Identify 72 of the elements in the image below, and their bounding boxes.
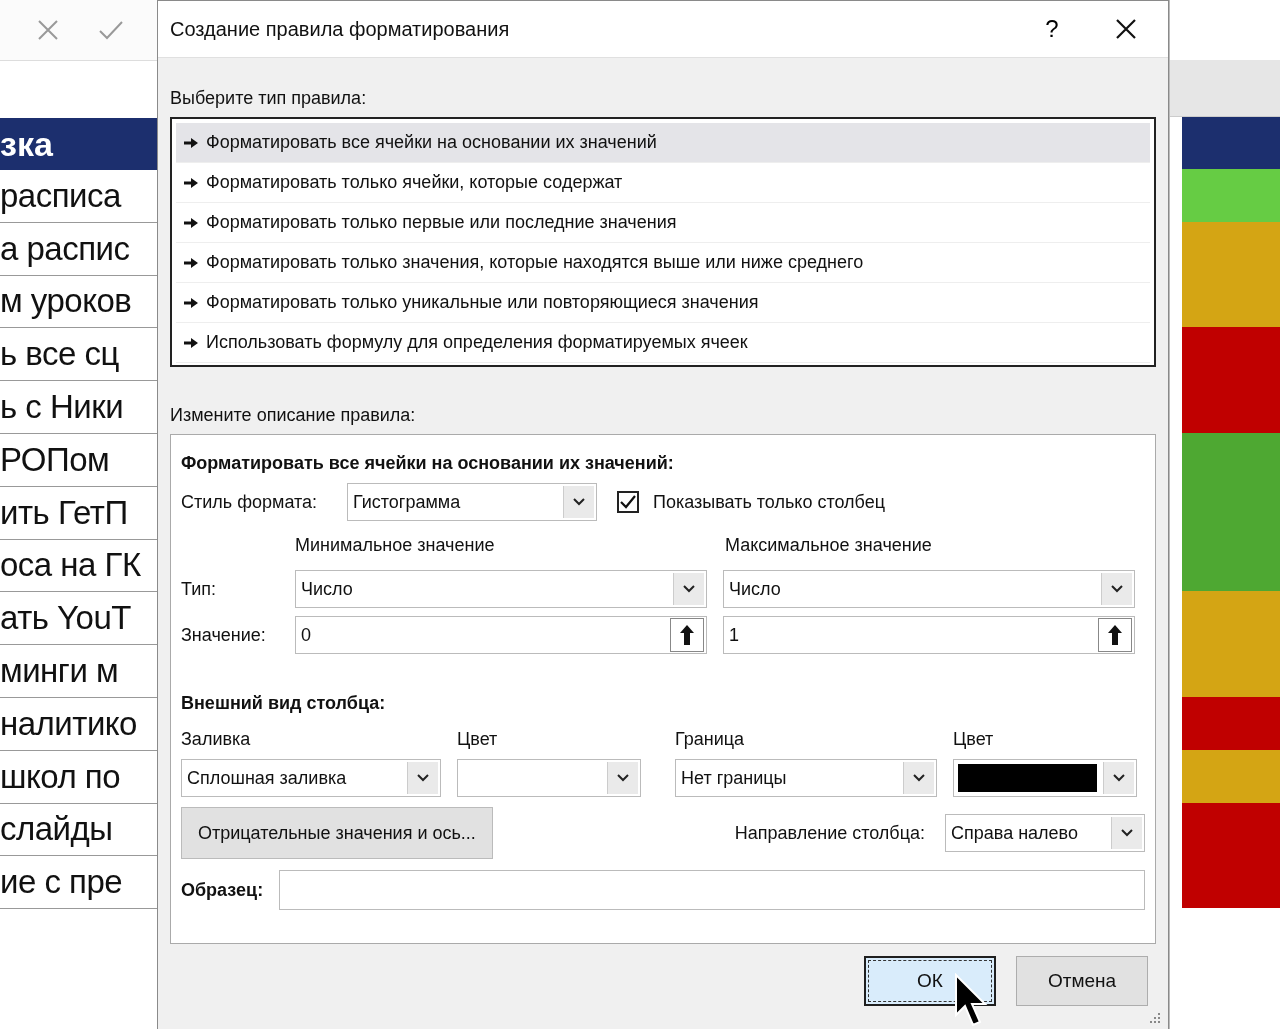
arrow-icon: [184, 297, 198, 308]
field-label: Заливка: [181, 728, 252, 750]
rule-type-label: Форматировать только первые или последние значения: [206, 212, 677, 233]
arrow-up-icon: [1106, 623, 1124, 647]
cell-text: слайды: [0, 810, 113, 849]
cell-text: минги м: [0, 652, 119, 691]
field-label: Образец:: [181, 879, 264, 901]
arrow-icon: [184, 337, 198, 348]
field-label: Цвет: [457, 728, 499, 750]
dropdown[interactable]: Число: [723, 570, 1135, 608]
dialog-title: Создание правила форматирования: [170, 17, 511, 41]
field-label: Тип:: [181, 578, 217, 600]
rule-type-label: Использовать формулу для определения форматируемых ячеек: [206, 332, 748, 353]
cell-text: оса на ГК: [0, 546, 141, 585]
cell-text: ь все сц: [0, 335, 119, 374]
field-label: Граница: [675, 728, 746, 750]
cell-text: ить ГетП: [0, 493, 128, 532]
negative-values-button[interactable]: Отрицательные значения и ось...: [181, 807, 493, 859]
arrow-icon: [184, 137, 198, 148]
description-heading: Форматировать все ячейки на основании их значений:: [181, 452, 674, 474]
dropdown[interactable]: Число: [295, 570, 707, 608]
cell-text: ь с Ники: [0, 388, 124, 427]
rule-type-item[interactable]: Форматировать только значения, которые находятся выше или ниже среднего: [176, 243, 1150, 283]
field-label: Значение:: [181, 624, 267, 646]
rule-type-label: Форматировать только уникальные или повторяющиеся значения: [206, 292, 759, 313]
cell-text: а распис: [0, 229, 130, 268]
close-icon: [1115, 18, 1137, 40]
value-field[interactable]: 1: [723, 616, 1135, 654]
dropdown[interactable]: [953, 759, 1137, 797]
rule-type-item[interactable]: Форматировать только ячейки, которые содержат: [176, 163, 1150, 203]
arrow-icon: [184, 217, 198, 228]
checkmark-icon: [620, 495, 636, 509]
column-heading: Минимальное значение: [295, 534, 496, 556]
dropdown[interactable]: Гистограмма: [347, 483, 597, 521]
cell-text: ие с пре: [0, 863, 123, 902]
checkbox[interactable]: [617, 491, 639, 513]
rule-type-item[interactable]: Форматировать все ячейки на основании их значений: [176, 123, 1150, 163]
field-label: Стиль формата:: [181, 491, 319, 513]
section-heading: Внешний вид столбца:: [181, 692, 386, 714]
dialog-button[interactable]: Отмена: [1016, 956, 1148, 1006]
field-label: Цвет: [953, 728, 994, 750]
resize-grip-icon[interactable]: [1148, 1011, 1162, 1025]
value-field[interactable]: 0: [295, 616, 707, 654]
column-heading: Максимальное значение: [725, 534, 932, 556]
section-label: Измените описание правила:: [170, 405, 417, 426]
arrow-up-icon: [678, 623, 696, 647]
dropdown[interactable]: Справа налево: [945, 814, 1145, 852]
cell-text: расписа: [0, 176, 121, 215]
cell-text: РОПом: [0, 440, 110, 479]
checkbox-label: Показывать только столбец: [653, 491, 886, 513]
rule-type-label: Форматировать все ячейки на основании их значений: [206, 132, 657, 153]
field-label: Направление столбца:: [734, 822, 925, 844]
cell-text: налитико: [0, 704, 137, 743]
rule-type-item[interactable]: Форматировать только первые или последние значения: [176, 203, 1150, 243]
cell-text: м уроков: [0, 282, 132, 321]
rule-type-label: Форматировать только значения, которые находятся выше или ниже среднего: [206, 252, 864, 273]
help-button[interactable]: ?: [1022, 7, 1082, 51]
dropdown[interactable]: Сплошная заливка: [181, 759, 441, 797]
rule-type-item[interactable]: Форматировать только уникальные или повторяющиеся значения: [176, 283, 1150, 323]
checkmark-icon[interactable]: [98, 19, 124, 41]
cell-text: школ по: [0, 757, 121, 796]
arrow-icon: [184, 257, 198, 268]
header-cell-text: зка: [0, 124, 53, 164]
cursor-icon: [954, 973, 990, 1029]
cancel-icon[interactable]: [36, 18, 60, 42]
cell-text: ать YouT: [0, 599, 131, 638]
dialog-button[interactable]: ОК: [864, 956, 996, 1006]
arrow-icon: [184, 177, 198, 188]
rule-type-label: Форматировать только ячейки, которые содержат: [206, 172, 623, 193]
rule-type-item[interactable]: Использовать формулу для определения форматируемых ячеек: [176, 323, 1150, 363]
dropdown[interactable]: Нет границы: [675, 759, 937, 797]
section-label: Выберите тип правила:: [170, 88, 368, 109]
